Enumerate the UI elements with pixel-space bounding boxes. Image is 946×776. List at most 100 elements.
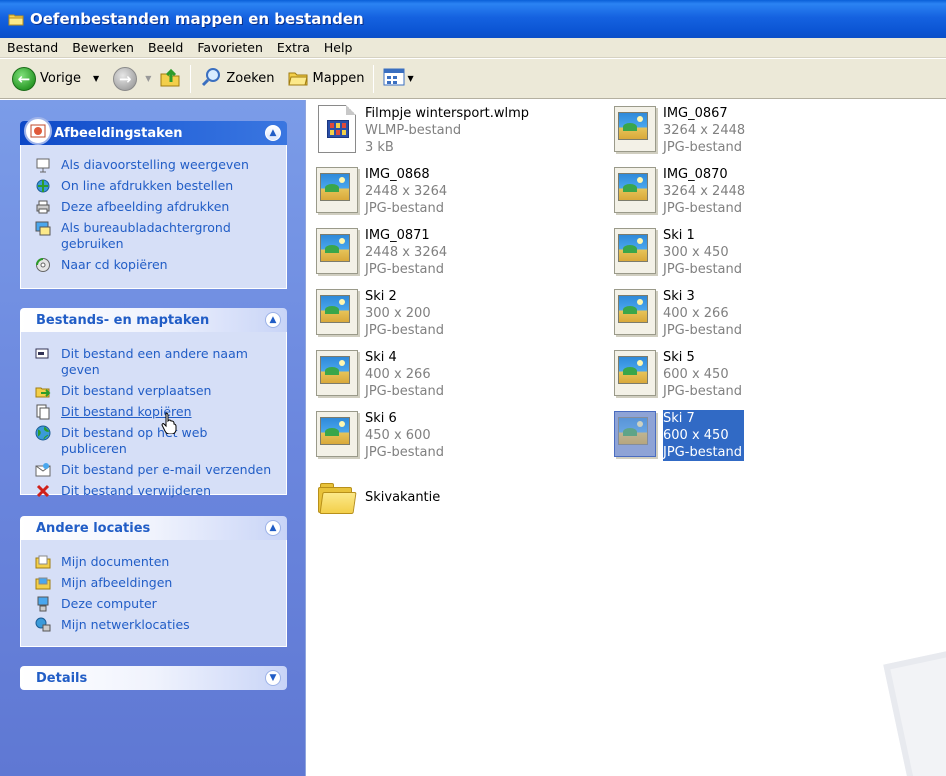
task-print-picture[interactable]: Deze afbeelding afdrukken	[35, 199, 276, 215]
folders-icon	[287, 67, 309, 90]
printer-icon	[35, 199, 53, 215]
task-label: Als diavoorstelling weergeven	[61, 157, 249, 172]
file-item-ski-3[interactable]: Ski 3 400 x 266 JPG-bestand	[612, 288, 742, 339]
collapse-chevron-icon[interactable]: ▲	[265, 312, 281, 328]
file-dimensions: 3264 x 2448	[663, 184, 746, 199]
task-move-file[interactable]: Dit bestand verplaatsen	[35, 383, 276, 399]
task-set-desktop-background[interactable]: Als bureaubladachtergrond gebruiken	[35, 220, 276, 252]
place-my-pictures[interactable]: Mijn afbeeldingen	[35, 575, 276, 591]
file-name: IMG_0867	[663, 106, 728, 121]
menu-beeld[interactable]: Beeld	[141, 40, 190, 55]
views-dropdown-icon[interactable]: ▼	[407, 74, 413, 83]
place-label: Mijn afbeeldingen	[61, 575, 173, 590]
menu-favorieten[interactable]: Favorieten	[190, 40, 270, 55]
file-name: IMG_0870	[663, 167, 728, 182]
task-label: Deze afbeelding afdrukken	[61, 199, 230, 214]
image-file-icon	[612, 105, 658, 155]
place-my-computer[interactable]: Deze computer	[35, 596, 276, 612]
search-button[interactable]: Zoeken	[196, 63, 278, 95]
file-type: JPG-bestand	[663, 140, 743, 155]
folders-button[interactable]: Mappen	[283, 63, 369, 95]
image-file-icon	[612, 166, 658, 216]
task-email-file[interactable]: Dit bestand per e-mail verzenden	[35, 462, 276, 478]
file-item-ski-5[interactable]: Ski 5 600 x 450 JPG-bestand	[612, 349, 742, 400]
file-tasks-body: Dit bestand een andere naam geven Dit be…	[20, 332, 287, 498]
file-item-img-0868[interactable]: IMG_0868 2448 x 3264 JPG-bestand	[314, 166, 447, 217]
details-header[interactable]: Details ▼	[20, 666, 287, 690]
rename-icon	[35, 346, 53, 362]
file-item-img-0870[interactable]: IMG_0870 3264 x 2448 JPG-bestand	[612, 166, 745, 217]
file-type: JPG-bestand	[365, 201, 445, 216]
back-dropdown-icon[interactable]: ▼	[93, 74, 99, 83]
file-name: Ski 4	[365, 350, 397, 365]
up-folder-icon	[159, 66, 181, 91]
watermark-decoration	[883, 650, 946, 776]
file-name: Ski 3	[663, 289, 695, 304]
task-label: Als bureaubladachtergrond gebruiken	[61, 220, 231, 251]
hand-cursor-icon	[161, 412, 177, 435]
file-name: Filmpje wintersport.wlmp	[365, 106, 530, 121]
task-copy-file[interactable]: Dit bestand kopiëren	[35, 404, 276, 420]
file-type: JPG-bestand	[365, 445, 445, 460]
file-name: IMG_0868	[365, 167, 430, 182]
file-item-img-0867[interactable]: IMG_0867 3264 x 2448 JPG-bestand	[612, 105, 745, 156]
menu-bestand[interactable]: Bestand	[0, 40, 65, 55]
task-copy-to-cd[interactable]: Naar cd kopiëren	[35, 257, 276, 273]
file-name: Ski 5	[663, 350, 695, 365]
views-button[interactable]: ▼	[379, 63, 417, 95]
collapse-chevron-icon[interactable]: ▲	[265, 520, 281, 536]
other-places-header[interactable]: Andere locaties ▲	[20, 516, 287, 540]
file-name: IMG_0871	[365, 228, 430, 243]
file-dimensions: 400 x 266	[663, 306, 729, 321]
expand-chevron-icon[interactable]: ▼	[265, 670, 281, 686]
search-label: Zoeken	[226, 71, 275, 86]
file-item-ski-7[interactable]: Ski 7 600 x 450 JPG-bestand	[612, 410, 745, 461]
folder-icon	[314, 477, 360, 527]
my-pictures-icon	[35, 575, 53, 591]
toolbar-separator	[373, 64, 375, 93]
file-type: JPG-bestand	[663, 323, 743, 338]
back-button[interactable]: ← Vorige ▼	[8, 63, 103, 95]
file-item-ski-1[interactable]: Ski 1 300 x 450 JPG-bestand	[612, 227, 742, 278]
network-places-icon	[35, 617, 53, 633]
file-item-ski-4[interactable]: Ski 4 400 x 266 JPG-bestand	[314, 349, 444, 400]
file-item-ski-6[interactable]: Ski 6 450 x 600 JPG-bestand	[314, 410, 444, 461]
image-file-icon	[314, 288, 360, 338]
place-my-documents[interactable]: Mijn documenten	[35, 554, 276, 570]
file-name: Ski 1	[663, 228, 695, 243]
picture-tasks-title: Afbeeldingstaken	[54, 125, 183, 141]
task-publish-to-web[interactable]: Dit bestand op het web publiceren	[35, 425, 276, 457]
task-label: Dit bestand per e-mail verzenden	[61, 462, 272, 477]
task-order-prints-online[interactable]: On line afdrukken bestellen	[35, 178, 276, 194]
collapse-chevron-icon[interactable]: ▲	[265, 125, 281, 141]
menu-bewerken[interactable]: Bewerken	[65, 40, 141, 55]
task-rename-file[interactable]: Dit bestand een andere naam geven	[35, 346, 276, 378]
picture-tasks-header[interactable]: Afbeeldingstaken ▲	[20, 117, 287, 145]
file-item-ski-2[interactable]: Ski 2 300 x 200 JPG-bestand	[314, 288, 444, 339]
file-tasks-header[interactable]: Bestands- en maptaken ▲	[20, 308, 287, 332]
file-dimensions: 2448 x 3264	[365, 245, 448, 260]
file-type: WLMP-bestand	[365, 123, 462, 138]
folders-label: Mappen	[312, 71, 365, 86]
up-folder-button[interactable]	[155, 63, 185, 95]
file-tasks-title: Bestands- en maptaken	[36, 312, 210, 328]
my-computer-icon	[35, 596, 53, 612]
picture-tasks-panel: Afbeeldingstaken ▲ Als diavoorstelling w…	[20, 117, 287, 289]
file-item-img-0871[interactable]: IMG_0871 2448 x 3264 JPG-bestand	[314, 227, 447, 278]
place-network-places[interactable]: Mijn netwerklocaties	[35, 617, 276, 633]
file-item-wlmp[interactable]: Filmpje wintersport.wlmp WLMP-bestand 3 …	[314, 105, 529, 156]
task-label: On line afdrukken bestellen	[61, 178, 234, 193]
menu-help[interactable]: Help	[317, 40, 360, 55]
menu-extra[interactable]: Extra	[270, 40, 317, 55]
forward-button[interactable]: → ▼	[109, 63, 155, 95]
forward-dropdown-icon[interactable]: ▼	[145, 74, 151, 83]
place-label: Mijn documenten	[61, 554, 170, 569]
file-dimensions: 450 x 600	[365, 428, 431, 443]
file-name: Ski 2	[365, 289, 397, 304]
task-slideshow[interactable]: Als diavoorstelling weergeven	[35, 157, 276, 173]
image-file-icon	[314, 227, 360, 277]
task-delete-file[interactable]: Dit bestand verwijderen	[35, 483, 276, 499]
file-dimensions: 300 x 450	[663, 245, 729, 260]
folder-item-skivakantie[interactable]: Skivakantie	[314, 477, 440, 527]
file-size: 3 kB	[365, 140, 394, 155]
